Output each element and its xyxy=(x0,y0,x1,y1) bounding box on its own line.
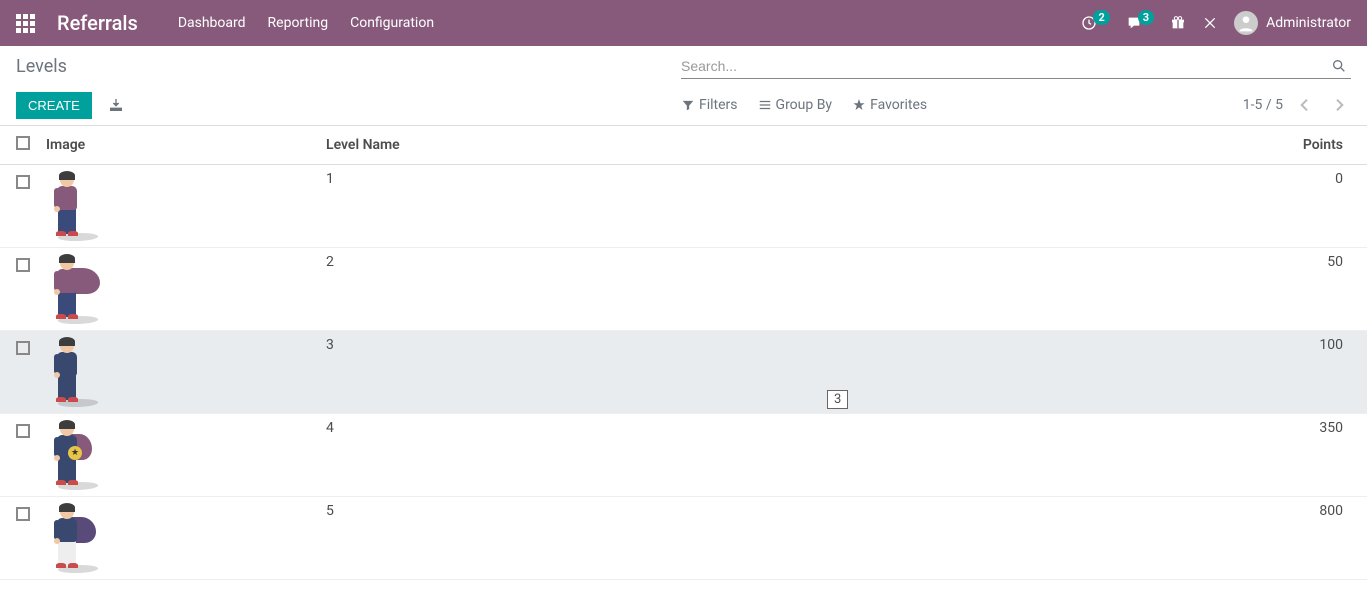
search-options: Filters Group By Favorites 1-5 / 5 xyxy=(681,93,1351,117)
nav-reporting[interactable]: Reporting xyxy=(268,15,329,31)
navbar: Referrals Dashboard Reporting Configurat… xyxy=(0,0,1367,46)
user-menu[interactable]: Administrator xyxy=(1234,11,1351,35)
table-row[interactable]: ★ 4 350 xyxy=(0,414,1367,497)
search-input[interactable] xyxy=(681,54,1327,78)
table-row[interactable]: 1 0 xyxy=(0,165,1367,248)
row-points: 350 xyxy=(899,414,1367,497)
breadcrumb: Levels xyxy=(16,56,67,77)
row-points: 100 xyxy=(899,331,1367,414)
apps-icon[interactable] xyxy=(16,14,35,33)
search-icon[interactable] xyxy=(1327,58,1351,74)
row-points: 800 xyxy=(899,497,1367,580)
list-view: Image Level Name Points 1 0 2 50 xyxy=(0,126,1367,580)
col-level-name[interactable]: Level Name xyxy=(318,126,899,165)
row-points: 50 xyxy=(899,248,1367,331)
filters-button[interactable]: Filters xyxy=(681,97,738,113)
row-image: ★ xyxy=(38,414,318,497)
control-panel: Levels Create Filters Group By Favorites xyxy=(0,46,1367,126)
messages-badge: 3 xyxy=(1138,10,1154,25)
groupby-label: Group By xyxy=(776,97,833,113)
row-checkbox[interactable] xyxy=(16,507,30,521)
row-name: 5 xyxy=(318,497,899,580)
table-row[interactable]: 3 100 xyxy=(0,331,1367,414)
row-points: 0 xyxy=(899,165,1367,248)
search-view xyxy=(681,54,1351,79)
pager: 1-5 / 5 xyxy=(1243,93,1351,117)
filters-label: Filters xyxy=(699,97,738,113)
nav-dashboard[interactable]: Dashboard xyxy=(178,15,246,31)
app-brand[interactable]: Referrals xyxy=(57,11,138,35)
col-points[interactable]: Points xyxy=(899,126,1367,165)
favorites-button[interactable]: Favorites xyxy=(852,97,927,113)
hover-tooltip: 3 xyxy=(827,390,848,409)
row-image xyxy=(38,165,318,248)
select-all-checkbox[interactable] xyxy=(16,136,30,150)
create-button[interactable]: Create xyxy=(16,92,92,119)
nav-configuration[interactable]: Configuration xyxy=(350,15,434,31)
row-image xyxy=(38,248,318,331)
col-image[interactable]: Image xyxy=(38,126,318,165)
row-image xyxy=(38,497,318,580)
pager-prev[interactable] xyxy=(1293,93,1317,117)
pager-range: 1-5 / 5 xyxy=(1243,97,1283,113)
activities-icon[interactable]: 2 xyxy=(1081,15,1109,31)
user-name: Administrator xyxy=(1266,15,1351,31)
pager-next[interactable] xyxy=(1327,93,1351,117)
row-name: 1 xyxy=(318,165,899,248)
row-image xyxy=(38,331,318,414)
import-button[interactable] xyxy=(108,97,124,113)
row-name: 4 xyxy=(318,414,899,497)
groupby-button[interactable]: Group By xyxy=(758,97,833,113)
navbar-right: 2 3 Administrator xyxy=(1081,11,1351,35)
row-checkbox[interactable] xyxy=(16,341,30,355)
row-checkbox[interactable] xyxy=(16,175,30,189)
favorites-label: Favorites xyxy=(870,97,927,113)
activities-badge: 2 xyxy=(1093,10,1109,25)
row-name: 2 xyxy=(318,248,899,331)
table-row[interactable]: 2 50 xyxy=(0,248,1367,331)
settings-icon[interactable] xyxy=(1202,15,1218,31)
messages-icon[interactable]: 3 xyxy=(1126,15,1154,31)
row-name: 3 xyxy=(318,331,899,414)
row-checkbox[interactable] xyxy=(16,258,30,272)
nav-links: Dashboard Reporting Configuration xyxy=(178,15,434,31)
row-checkbox[interactable] xyxy=(16,424,30,438)
avatar xyxy=(1234,11,1258,35)
gift-icon[interactable] xyxy=(1170,15,1186,31)
table-row[interactable]: 5 800 xyxy=(0,497,1367,580)
